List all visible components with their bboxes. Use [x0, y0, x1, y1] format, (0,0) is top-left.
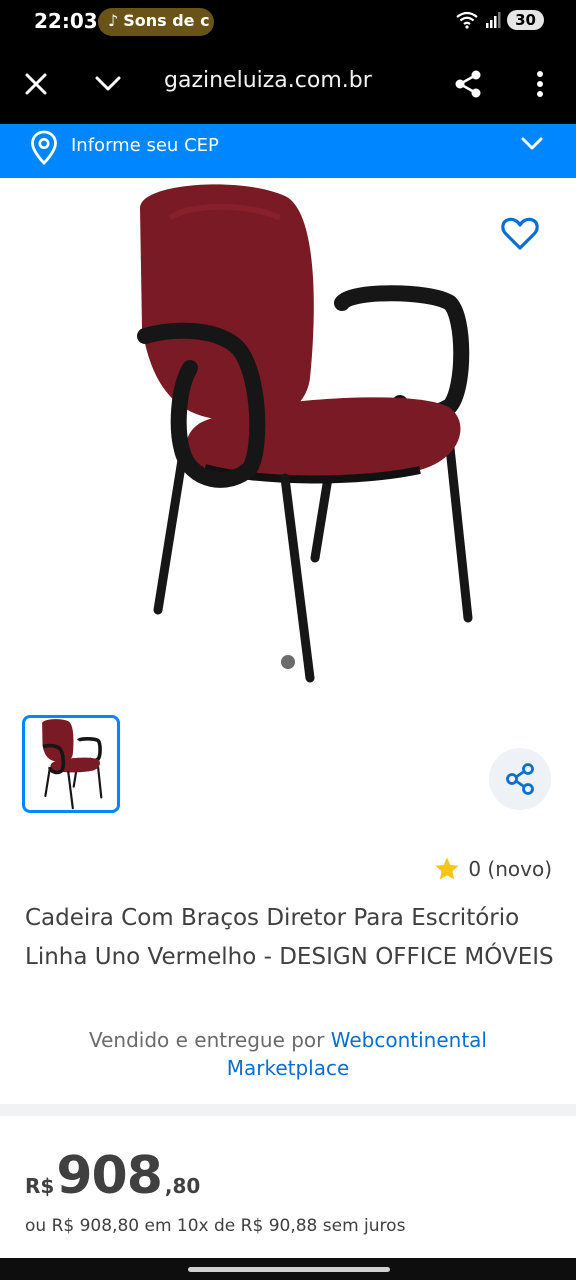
installments-text: ou R$ 908,80 em 10x de R$ 90,88 sem juro…	[25, 1216, 406, 1236]
navigation-bar	[0, 1258, 576, 1280]
browser-toolbar: gazineluiza.com.br	[0, 44, 576, 124]
collapse-button[interactable]	[88, 64, 128, 104]
wifi-icon	[456, 11, 478, 29]
more-options-button[interactable]	[520, 64, 560, 104]
cep-bar[interactable]: Informe seu CEP	[0, 124, 576, 178]
home-indicator[interactable]	[188, 1267, 390, 1272]
url-text[interactable]: gazineluiza.com.br	[164, 68, 372, 93]
product-title: Cadeira Com Braços Diretor Para Escritór…	[25, 905, 554, 970]
signal-icon	[486, 12, 501, 28]
product-rating[interactable]: 0 (novo)	[434, 856, 552, 882]
status-bar: 22:03 ♪ Sons de c 30	[0, 0, 576, 44]
seller-prefix: Vendido e entregue por	[88, 1028, 331, 1052]
carousel-dot[interactable]	[281, 655, 295, 669]
rating-text: 0 (novo)	[468, 857, 552, 881]
price-integer: 908	[56, 1146, 163, 1206]
chevron-down-icon	[95, 76, 121, 91]
status-time: 22:03	[34, 9, 98, 33]
star-icon	[435, 857, 459, 880]
chevron-down-icon	[521, 137, 543, 150]
close-button[interactable]	[16, 64, 56, 104]
music-note-icon: ♪	[108, 11, 119, 30]
price: R$ 908 ,80	[25, 1146, 200, 1206]
music-label: Sons de c	[123, 11, 210, 30]
share-icon	[455, 70, 481, 98]
close-icon	[25, 73, 47, 95]
status-icons: 30	[455, 10, 544, 30]
seller-info: Vendido e entregue por Webcontinental Ma…	[40, 1026, 536, 1082]
product-thumbnail[interactable]	[22, 715, 120, 813]
product-image[interactable]	[110, 178, 490, 688]
section-divider	[0, 1104, 576, 1116]
share-button[interactable]	[448, 64, 488, 104]
music-indicator[interactable]: ♪ Sons de c	[98, 8, 214, 36]
price-currency: R$	[25, 1174, 55, 1198]
cep-label: Informe seu CEP	[71, 135, 219, 156]
more-vert-icon	[537, 71, 543, 97]
price-cents: ,80	[164, 1174, 201, 1198]
location-pin-icon	[31, 130, 57, 165]
thumbnail-image	[42, 719, 103, 810]
share-icon	[506, 763, 534, 795]
battery-indicator: 30	[507, 10, 544, 30]
share-product-button[interactable]	[489, 748, 551, 810]
heart-icon[interactable]	[500, 214, 540, 254]
